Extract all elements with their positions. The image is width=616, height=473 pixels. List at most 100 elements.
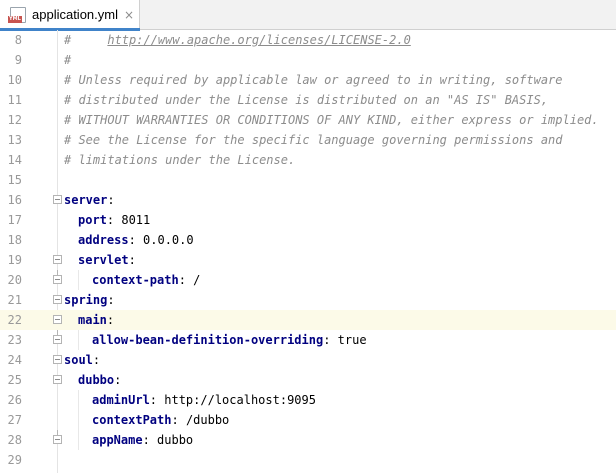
yaml-separator: : xyxy=(149,393,165,407)
yaml-value: true xyxy=(337,333,367,347)
line-number: 28 xyxy=(7,433,22,447)
fold-collapse-icon[interactable] xyxy=(53,355,62,364)
indent-guide xyxy=(78,390,79,410)
line-number: 20 xyxy=(7,273,22,287)
code-line: 17 port: 8011 xyxy=(0,210,616,230)
yaml-entry: contextPath: /dubbo xyxy=(92,410,229,430)
fold-collapse-icon[interactable] xyxy=(53,295,62,304)
close-icon[interactable]: × xyxy=(124,0,134,30)
code-editor[interactable]: 8 # http://www.apache.org/licenses/LICEN… xyxy=(0,30,616,473)
yaml-entry: dubbo: xyxy=(78,370,121,390)
yaml-entry: allow-bean-definition-overriding: true xyxy=(92,330,367,350)
yaml-separator: : xyxy=(142,433,158,447)
yaml-entry: port: 8011 xyxy=(78,210,150,230)
fold-collapse-icon[interactable] xyxy=(53,315,62,324)
code-line: 20 context-path: / xyxy=(0,270,616,290)
line-number: 24 xyxy=(7,353,22,367)
code-line: 29 xyxy=(0,450,616,470)
yaml-value: 8011 xyxy=(121,213,151,227)
comment-text: # See the License for the specific langu… xyxy=(64,133,563,147)
yaml-separator: : xyxy=(107,293,115,307)
yaml-entry: adminUrl: http://localhost:9095 xyxy=(92,390,316,410)
yaml-entry: spring: xyxy=(64,290,115,310)
indent-guide xyxy=(78,330,79,350)
line-number: 22 xyxy=(7,313,22,327)
yaml-value: / xyxy=(193,273,201,287)
yaml-entry: appName: dubbo xyxy=(92,430,193,450)
fold-collapse-icon[interactable] xyxy=(53,255,62,264)
line-number: 15 xyxy=(7,173,22,187)
yaml-separator: : xyxy=(171,413,186,427)
code-line: 21 spring: xyxy=(0,290,616,310)
line-number: 12 xyxy=(7,113,22,127)
comment-prefix: # xyxy=(64,33,108,47)
yaml-entry: address: 0.0.0.0 xyxy=(78,230,194,250)
comment-text: # xyxy=(64,53,72,67)
yaml-value: 0.0.0.0 xyxy=(143,233,194,247)
line-number: 19 xyxy=(7,253,22,267)
yaml-key: port xyxy=(78,213,107,227)
line-number: 25 xyxy=(7,373,22,387)
tab-application-yml[interactable]: YML application.yml × xyxy=(0,0,140,31)
yaml-separator: : xyxy=(128,253,136,267)
line-number: 18 xyxy=(7,233,22,247)
yaml-key: main xyxy=(78,313,107,327)
tab-label: application.yml xyxy=(32,7,118,22)
yaml-separator: : xyxy=(128,233,144,247)
yaml-key: server xyxy=(64,193,108,207)
code-line: 19 servlet: xyxy=(0,250,616,270)
yaml-entry: context-path: / xyxy=(92,270,200,290)
comment-text: # WITHOUT WARRANTIES OR CONDITIONS OF AN… xyxy=(64,113,599,127)
yaml-separator: : xyxy=(107,193,115,207)
code-line: 10 # Unless required by applicable law o… xyxy=(0,70,616,90)
yaml-key: soul xyxy=(64,353,93,367)
current-code-line: 22 main: xyxy=(0,310,616,330)
comment-text: # Unless required by applicable law or a… xyxy=(64,73,563,87)
code-line: 25 dubbo: xyxy=(0,370,616,390)
yaml-separator: : xyxy=(92,353,101,367)
indent-guide xyxy=(78,270,79,290)
comment-text: # limitations under the License. xyxy=(64,153,296,167)
code-line: 28 appName: dubbo xyxy=(0,430,616,450)
line-number: 27 xyxy=(7,413,22,427)
fold-end-icon[interactable] xyxy=(53,430,62,444)
indent-guide xyxy=(78,410,79,430)
comment-text: # distributed under the License is distr… xyxy=(64,93,549,107)
line-number: 13 xyxy=(7,133,22,147)
fold-end-icon[interactable] xyxy=(53,270,62,284)
yaml-entry: server: xyxy=(64,190,115,210)
line-number: 16 xyxy=(7,193,22,207)
code-line: 18 address: 0.0.0.0 xyxy=(0,230,616,250)
yml-badge: YML xyxy=(8,16,22,23)
line-number: 23 xyxy=(7,333,22,347)
yaml-separator: : xyxy=(114,373,122,387)
yaml-separator: : xyxy=(106,213,122,227)
fold-collapse-icon[interactable] xyxy=(53,195,62,204)
yaml-entry: servlet: xyxy=(78,250,136,270)
line-number: 11 xyxy=(7,93,22,107)
yaml-value: http://localhost:9095 xyxy=(164,393,316,407)
line-number: 8 xyxy=(14,33,22,47)
yaml-key: dubbo xyxy=(78,373,115,387)
yaml-value: dubbo xyxy=(157,433,194,447)
license-link[interactable]: http://www.apache.org/licenses/LICENSE-2… xyxy=(107,33,410,47)
yaml-key: contextPath xyxy=(92,413,172,427)
line-number: 26 xyxy=(7,393,22,407)
code-line: 24 soul: xyxy=(0,350,616,370)
code-line: 15 xyxy=(0,170,616,190)
yaml-key: servlet xyxy=(78,253,129,267)
code-line: 26 adminUrl: http://localhost:9095 xyxy=(0,390,616,410)
code-line: 9 # xyxy=(0,50,616,70)
yaml-separator: : xyxy=(323,333,338,347)
fold-collapse-icon[interactable] xyxy=(53,375,62,384)
code-line: 16 server: xyxy=(0,190,616,210)
code-line: 23 allow-bean-definition-overriding: tru… xyxy=(0,330,616,350)
code-line: 12 # WITHOUT WARRANTIES OR CONDITIONS OF… xyxy=(0,110,616,130)
yaml-value: /dubbo xyxy=(185,413,230,427)
line-number: 17 xyxy=(7,213,22,227)
code-line: 27 contextPath: /dubbo xyxy=(0,410,616,430)
code-line: 8 # http://www.apache.org/licenses/LICEN… xyxy=(0,30,616,50)
fold-end-icon[interactable] xyxy=(53,330,62,344)
code-line: 14 # limitations under the License. xyxy=(0,150,616,170)
yaml-separator: : xyxy=(106,313,115,327)
